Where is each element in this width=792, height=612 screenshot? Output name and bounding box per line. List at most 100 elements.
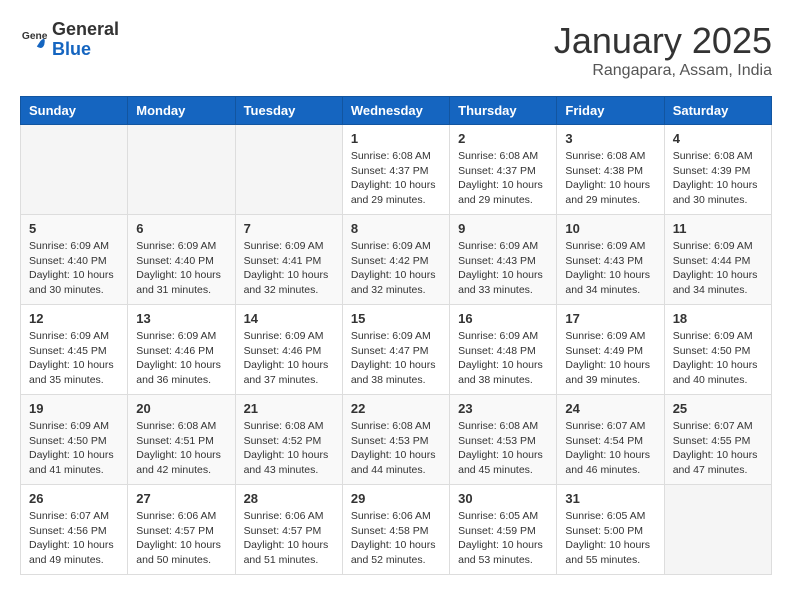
day-number: 15 — [351, 311, 441, 326]
day-number: 26 — [29, 491, 119, 506]
calendar-cell: 13Sunrise: 6:09 AM Sunset: 4:46 PM Dayli… — [128, 305, 235, 395]
day-number: 14 — [244, 311, 334, 326]
title-block: January 2025 Rangapara, Assam, India — [554, 20, 772, 80]
day-info: Sunrise: 6:09 AM Sunset: 4:43 PM Dayligh… — [565, 239, 655, 298]
calendar-cell: 20 Sunrise: 6:08 AM Sunset: 4:51 PM Dayli… — [128, 395, 235, 485]
day-header-tuesday: Tuesday — [235, 97, 342, 125]
calendar-cell — [664, 485, 771, 575]
calendar-week-row: 5 Sunrise: 6:09 AM Sunset: 4:40 PM Daylig… — [21, 215, 772, 305]
calendar-cell: 7Sunrise: 6:09 AM Sunset: 4:41 PM Daylig… — [235, 215, 342, 305]
day-info: Sunrise: 6:07 AM Sunset: 4:56 PM Dayligh… — [29, 509, 119, 568]
logo-icon: General — [20, 26, 48, 54]
logo: General General Blue — [20, 20, 119, 60]
day-info: Sunrise: 6:09 AM Sunset: 4:42 PM Dayligh… — [351, 239, 441, 298]
calendar-week-row: 19Sunrise: 6:09 AM Sunset: 4:50 PM Dayli… — [21, 395, 772, 485]
calendar-cell: 10 Sunrise: 6:09 AM Sunset: 4:43 PM Dayli… — [557, 215, 664, 305]
day-number: 12 — [29, 311, 119, 326]
day-number: 25 — [673, 401, 763, 416]
day-number: 1 — [351, 131, 441, 146]
day-number: 9 — [458, 221, 548, 236]
day-info: Sunrise: 6:09 AM Sunset: 4:45 PM Dayligh… — [29, 329, 119, 388]
day-info: Sunrise: 6:08 AM Sunset: 4:53 PM Dayligh… — [351, 419, 441, 478]
day-info: Sunrise: 6:09 AM Sunset: 4:49 PM Dayligh… — [565, 329, 655, 388]
day-number: 4 — [673, 131, 763, 146]
day-info: Sunrise: 6:09 AM Sunset: 4:50 PM Dayligh… — [673, 329, 763, 388]
calendar-cell: 11Sunrise: 6:09 AM Sunset: 4:44 PM Dayli… — [664, 215, 771, 305]
day-info: Sunrise: 6:09 AM Sunset: 4:40 PM Dayligh… — [29, 239, 119, 298]
day-info: Sunrise: 6:09 AM Sunset: 4:43 PM Dayligh… — [458, 239, 548, 298]
day-info: Sunrise: 6:08 AM Sunset: 4:37 PM Dayligh… — [351, 149, 441, 208]
day-number: 6 — [136, 221, 226, 236]
day-header-monday: Monday — [128, 97, 235, 125]
day-number: 30 — [458, 491, 548, 506]
calendar-week-row: 1 Sunrise: 6:08 AM Sunset: 4:37 PM Daylig… — [21, 125, 772, 215]
day-number: 27 — [136, 491, 226, 506]
day-header-thursday: Thursday — [450, 97, 557, 125]
day-number: 29 — [351, 491, 441, 506]
day-info: Sunrise: 6:08 AM Sunset: 4:38 PM Dayligh… — [565, 149, 655, 208]
calendar-cell: 3 Sunrise: 6:08 AM Sunset: 4:38 PM Daylig… — [557, 125, 664, 215]
calendar-cell: 16Sunrise: 6:09 AM Sunset: 4:48 PM Dayli… — [450, 305, 557, 395]
day-number: 13 — [136, 311, 226, 326]
day-info: Sunrise: 6:08 AM Sunset: 4:52 PM Dayligh… — [244, 419, 334, 478]
calendar-cell: 18 Sunrise: 6:09 AM Sunset: 4:50 PM Dayli… — [664, 305, 771, 395]
calendar-title: January 2025 — [554, 20, 772, 62]
calendar-cell: 17 Sunrise: 6:09 AM Sunset: 4:49 PM Dayli… — [557, 305, 664, 395]
day-info: Sunrise: 6:09 AM Sunset: 4:40 PM Dayligh… — [136, 239, 226, 298]
day-number: 2 — [458, 131, 548, 146]
calendar-cell: 23Sunrise: 6:08 AM Sunset: 4:53 PM Dayli… — [450, 395, 557, 485]
day-info: Sunrise: 6:08 AM Sunset: 4:37 PM Dayligh… — [458, 149, 548, 208]
calendar-subtitle: Rangapara, Assam, India — [554, 62, 772, 80]
day-number: 28 — [244, 491, 334, 506]
day-info: Sunrise: 6:07 AM Sunset: 4:54 PM Dayligh… — [565, 419, 655, 478]
calendar-cell: 12 Sunrise: 6:09 AM Sunset: 4:45 PM Dayli… — [21, 305, 128, 395]
page-header: General General Blue January 2025 Rangap… — [20, 20, 772, 80]
day-number: 21 — [244, 401, 334, 416]
calendar-cell: 2 Sunrise: 6:08 AM Sunset: 4:37 PM Daylig… — [450, 125, 557, 215]
day-info: Sunrise: 6:09 AM Sunset: 4:47 PM Dayligh… — [351, 329, 441, 388]
day-info: Sunrise: 6:07 AM Sunset: 4:55 PM Dayligh… — [673, 419, 763, 478]
day-number: 31 — [565, 491, 655, 506]
calendar-header-row: SundayMondayTuesdayWednesdayThursdayFrid… — [21, 97, 772, 125]
calendar-cell: 6 Sunrise: 6:09 AM Sunset: 4:40 PM Daylig… — [128, 215, 235, 305]
day-number: 24 — [565, 401, 655, 416]
calendar-week-row: 12 Sunrise: 6:09 AM Sunset: 4:45 PM Dayli… — [21, 305, 772, 395]
day-info: Sunrise: 6:06 AM Sunset: 4:57 PM Dayligh… — [136, 509, 226, 568]
calendar-cell: 5 Sunrise: 6:09 AM Sunset: 4:40 PM Daylig… — [21, 215, 128, 305]
day-info: Sunrise: 6:08 AM Sunset: 4:51 PM Dayligh… — [136, 419, 226, 478]
day-info: Sunrise: 6:05 AM Sunset: 5:00 PM Dayligh… — [565, 509, 655, 568]
calendar-week-row: 26 Sunrise: 6:07 AM Sunset: 4:56 PM Dayli… — [21, 485, 772, 575]
day-number: 17 — [565, 311, 655, 326]
calendar-cell: 9 Sunrise: 6:09 AM Sunset: 4:43 PM Daylig… — [450, 215, 557, 305]
day-number: 18 — [673, 311, 763, 326]
logo-general: General — [52, 20, 119, 40]
calendar-table: SundayMondayTuesdayWednesdayThursdayFrid… — [20, 96, 772, 575]
day-info: Sunrise: 6:06 AM Sunset: 4:57 PM Dayligh… — [244, 509, 334, 568]
day-number: 3 — [565, 131, 655, 146]
calendar-cell — [21, 125, 128, 215]
day-number: 5 — [29, 221, 119, 236]
calendar-cell: 4 Sunrise: 6:08 AM Sunset: 4:39 PM Daylig… — [664, 125, 771, 215]
calendar-cell: 22 Sunrise: 6:08 AM Sunset: 4:53 PM Dayli… — [342, 395, 449, 485]
day-info: Sunrise: 6:05 AM Sunset: 4:59 PM Dayligh… — [458, 509, 548, 568]
calendar-cell: 15 Sunrise: 6:09 AM Sunset: 4:47 PM Dayli… — [342, 305, 449, 395]
calendar-cell — [235, 125, 342, 215]
day-info: Sunrise: 6:09 AM Sunset: 4:41 PM Dayligh… — [244, 239, 334, 298]
day-info: Sunrise: 6:09 AM Sunset: 4:50 PM Dayligh… — [29, 419, 119, 478]
calendar-cell: 21 Sunrise: 6:08 AM Sunset: 4:52 PM Dayli… — [235, 395, 342, 485]
day-number: 10 — [565, 221, 655, 236]
calendar-cell — [128, 125, 235, 215]
day-header-friday: Friday — [557, 97, 664, 125]
day-number: 23 — [458, 401, 548, 416]
calendar-cell: 26 Sunrise: 6:07 AM Sunset: 4:56 PM Dayli… — [21, 485, 128, 575]
day-info: Sunrise: 6:06 AM Sunset: 4:58 PM Dayligh… — [351, 509, 441, 568]
day-number: 22 — [351, 401, 441, 416]
day-number: 20 — [136, 401, 226, 416]
calendar-cell: 14 Sunrise: 6:09 AM Sunset: 4:46 PM Dayli… — [235, 305, 342, 395]
day-info: Sunrise: 6:08 AM Sunset: 4:39 PM Dayligh… — [673, 149, 763, 208]
day-header-saturday: Saturday — [664, 97, 771, 125]
day-info: Sunrise: 6:09 AM Sunset: 4:46 PM Dayligh… — [244, 329, 334, 388]
day-header-sunday: Sunday — [21, 97, 128, 125]
calendar-cell: 25 Sunrise: 6:07 AM Sunset: 4:55 PM Dayli… — [664, 395, 771, 485]
calendar-cell: 1 Sunrise: 6:08 AM Sunset: 4:37 PM Daylig… — [342, 125, 449, 215]
